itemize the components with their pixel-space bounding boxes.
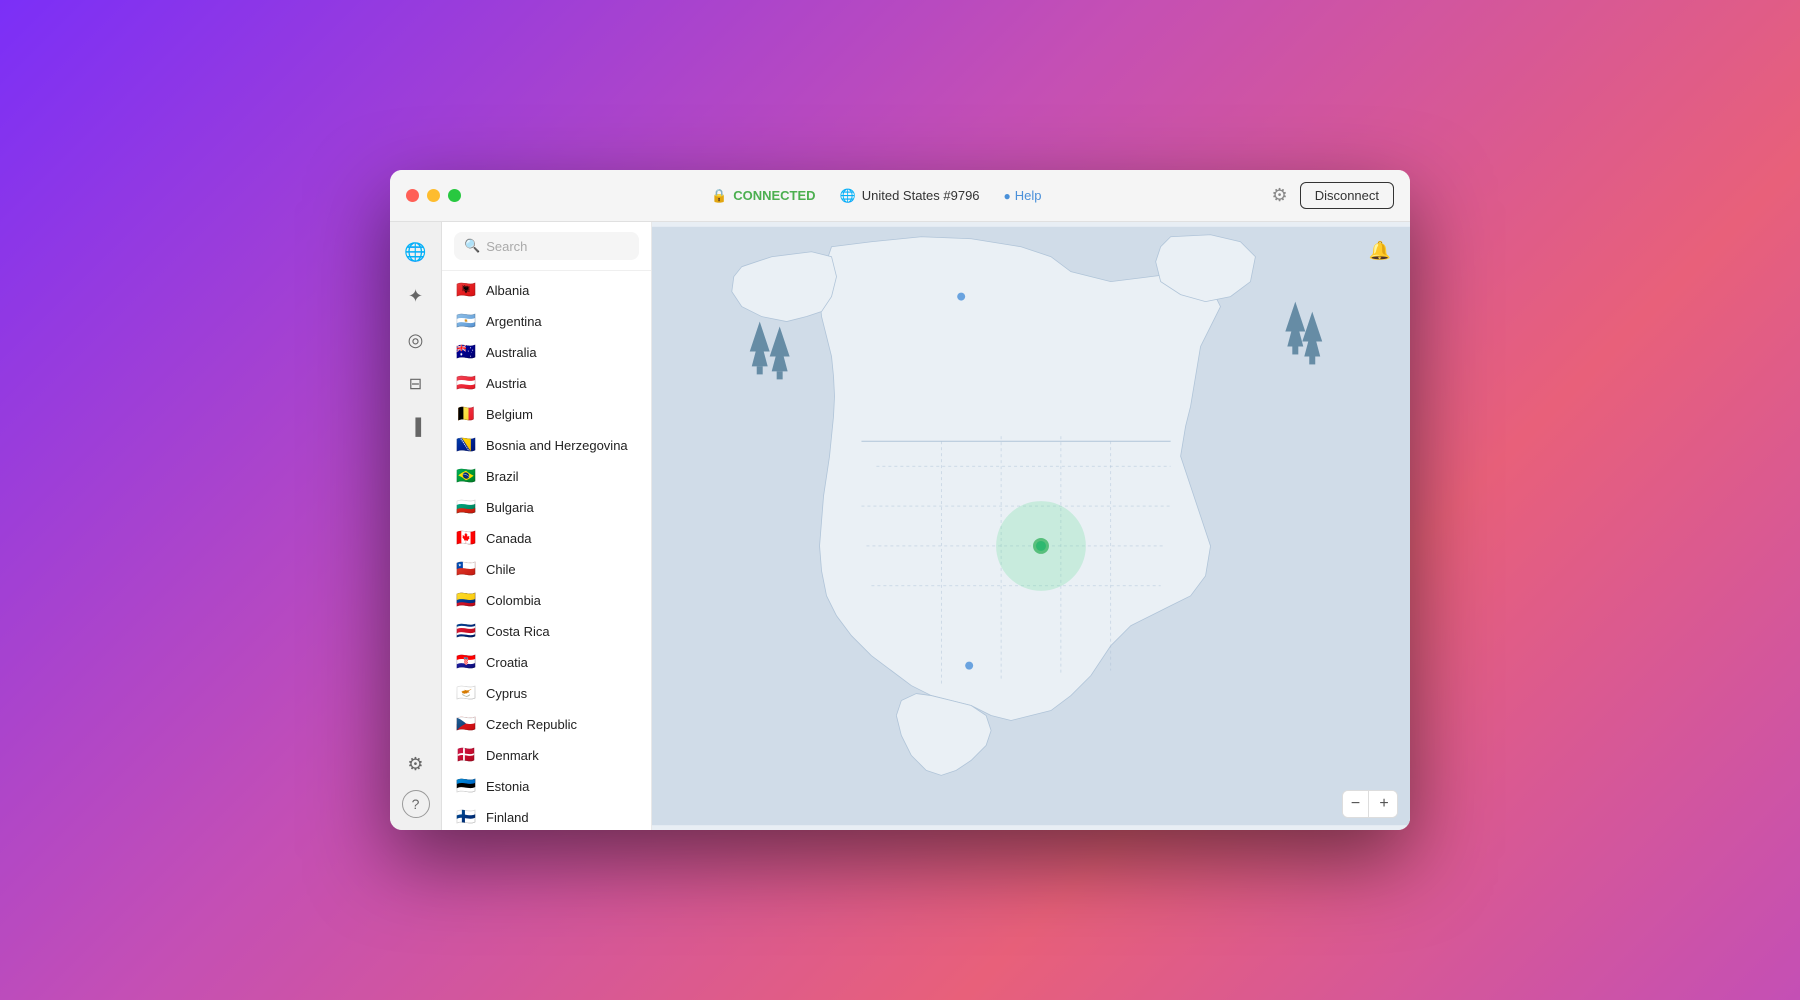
sidebar-item-meshnet[interactable]: ⊟: [398, 366, 434, 402]
country-item[interactable]: 🇦🇺 Australia: [442, 337, 651, 368]
country-flag: 🇧🇪: [456, 408, 476, 422]
country-flag: 🇭🇷: [456, 656, 476, 670]
country-name: Austria: [486, 376, 526, 391]
country-item[interactable]: 🇪🇪 Estonia: [442, 771, 651, 802]
titlebar-center: 🔒 CONNECTED 🌐 United States #9796 ● Help: [481, 188, 1272, 204]
zoom-in-button[interactable]: +: [1371, 791, 1397, 817]
country-item[interactable]: 🇧🇬 Bulgaria: [442, 492, 651, 523]
country-item[interactable]: 🇨🇴 Colombia: [442, 585, 651, 616]
help-label: Help: [1015, 188, 1042, 203]
help-link[interactable]: ● Help: [1004, 188, 1042, 203]
sidebar-item-help[interactable]: ?: [402, 790, 430, 818]
country-name: Colombia: [486, 593, 541, 608]
country-name: Canada: [486, 531, 532, 546]
country-name: Finland: [486, 810, 529, 825]
country-flag: 🇫🇮: [456, 811, 476, 825]
country-flag: 🇦🇺: [456, 346, 476, 360]
country-item[interactable]: 🇭🇷 Croatia: [442, 647, 651, 678]
sidebar-item-settings[interactable]: ⚙: [398, 746, 434, 782]
settings-icon-button[interactable]: ⚙: [1272, 185, 1288, 206]
country-name: Cyprus: [486, 686, 527, 701]
country-item[interactable]: 🇨🇦 Canada: [442, 523, 651, 554]
country-item[interactable]: 🇧🇦 Bosnia and Herzegovina: [442, 430, 651, 461]
country-item[interactable]: 🇨🇿 Czech Republic: [442, 709, 651, 740]
country-item[interactable]: 🇨🇷 Costa Rica: [442, 616, 651, 647]
country-name: Brazil: [486, 469, 519, 484]
minimize-button[interactable]: [427, 189, 440, 202]
sidebar-icons: 🌐 ✦ ◎ ⊟ ▐ ⚙ ?: [390, 222, 442, 830]
country-flag: 🇨🇦: [456, 532, 476, 546]
search-box: 🔍: [442, 222, 651, 271]
search-icon: 🔍: [464, 238, 480, 254]
titlebar: 🔒 CONNECTED 🌐 United States #9796 ● Help…: [390, 170, 1410, 222]
country-item[interactable]: 🇫🇮 Finland: [442, 802, 651, 830]
map-area: 🔔 − +: [652, 222, 1410, 830]
disconnect-button[interactable]: Disconnect: [1300, 182, 1394, 209]
country-flag: 🇨🇷: [456, 625, 476, 639]
connection-status: 🔒 CONNECTED: [711, 188, 816, 204]
sidebar-item-threat-protection[interactable]: ◎: [398, 322, 434, 358]
zoom-out-button[interactable]: −: [1343, 791, 1369, 817]
country-name: Chile: [486, 562, 516, 577]
map-svg: 🔔: [652, 222, 1410, 830]
country-flag: 🇦🇱: [456, 284, 476, 298]
country-flag: 🇪🇪: [456, 780, 476, 794]
maximize-button[interactable]: [448, 189, 461, 202]
globe-icon: 🌐: [840, 188, 856, 204]
traffic-lights: [406, 189, 461, 202]
country-name: Denmark: [486, 748, 539, 763]
country-flag: 🇨🇿: [456, 718, 476, 732]
country-item[interactable]: 🇧🇷 Brazil: [442, 461, 651, 492]
country-name: Bulgaria: [486, 500, 534, 515]
country-flag: 🇨🇴: [456, 594, 476, 608]
country-name: Costa Rica: [486, 624, 550, 639]
country-name: Bosnia and Herzegovina: [486, 438, 628, 453]
country-item[interactable]: 🇦🇱 Albania: [442, 275, 651, 306]
country-flag: 🇦🇷: [456, 315, 476, 329]
country-flag: 🇦🇹: [456, 377, 476, 391]
country-name: Albania: [486, 283, 529, 298]
country-item[interactable]: 🇦🇹 Austria: [442, 368, 651, 399]
country-item[interactable]: 🇦🇷 Argentina: [442, 306, 651, 337]
titlebar-right: ⚙ Disconnect: [1272, 182, 1394, 209]
country-item[interactable]: 🇨🇱 Chile: [442, 554, 651, 585]
country-list: 🇦🇱 Albania 🇦🇷 Argentina 🇦🇺 Australia 🇦🇹 …: [442, 271, 651, 830]
country-name: Croatia: [486, 655, 528, 670]
country-list-panel: 🔍 🇦🇱 Albania 🇦🇷 Argentina 🇦🇺 Australia 🇦…: [442, 222, 652, 830]
country-flag: 🇨🇱: [456, 563, 476, 577]
status-label: CONNECTED: [733, 188, 815, 203]
country-flag: 🇧🇷: [456, 470, 476, 484]
country-name: Czech Republic: [486, 717, 577, 732]
country-name: Australia: [486, 345, 537, 360]
server-info: 🌐 United States #9796: [840, 188, 980, 204]
country-flag: 🇨🇾: [456, 687, 476, 701]
app-window: 🔒 CONNECTED 🌐 United States #9796 ● Help…: [390, 170, 1410, 830]
country-item[interactable]: 🇧🇪 Belgium: [442, 399, 651, 430]
zoom-controls: − +: [1342, 790, 1398, 818]
country-name: Argentina: [486, 314, 542, 329]
country-name: Estonia: [486, 779, 529, 794]
app-body: 🌐 ✦ ◎ ⊟ ▐ ⚙ ? 🔍 🇦🇱 Albania 🇦🇷: [390, 222, 1410, 830]
country-flag: 🇧🇦: [456, 439, 476, 453]
close-button[interactable]: [406, 189, 419, 202]
search-input[interactable]: [486, 239, 629, 254]
lock-icon: 🔒: [711, 188, 727, 204]
search-input-wrap: 🔍: [454, 232, 639, 260]
sidebar-item-stats[interactable]: ▐: [398, 410, 434, 446]
sidebar-item-globe[interactable]: 🌐: [398, 234, 434, 270]
country-flag: 🇩🇰: [456, 749, 476, 763]
country-name: Belgium: [486, 407, 533, 422]
country-flag: 🇧🇬: [456, 501, 476, 515]
country-item[interactable]: 🇨🇾 Cyprus: [442, 678, 651, 709]
sidebar-item-specialty[interactable]: ✦: [398, 278, 434, 314]
server-label: United States #9796: [862, 188, 980, 203]
country-item[interactable]: 🇩🇰 Denmark: [442, 740, 651, 771]
svg-text:🔔: 🔔: [1369, 241, 1391, 261]
